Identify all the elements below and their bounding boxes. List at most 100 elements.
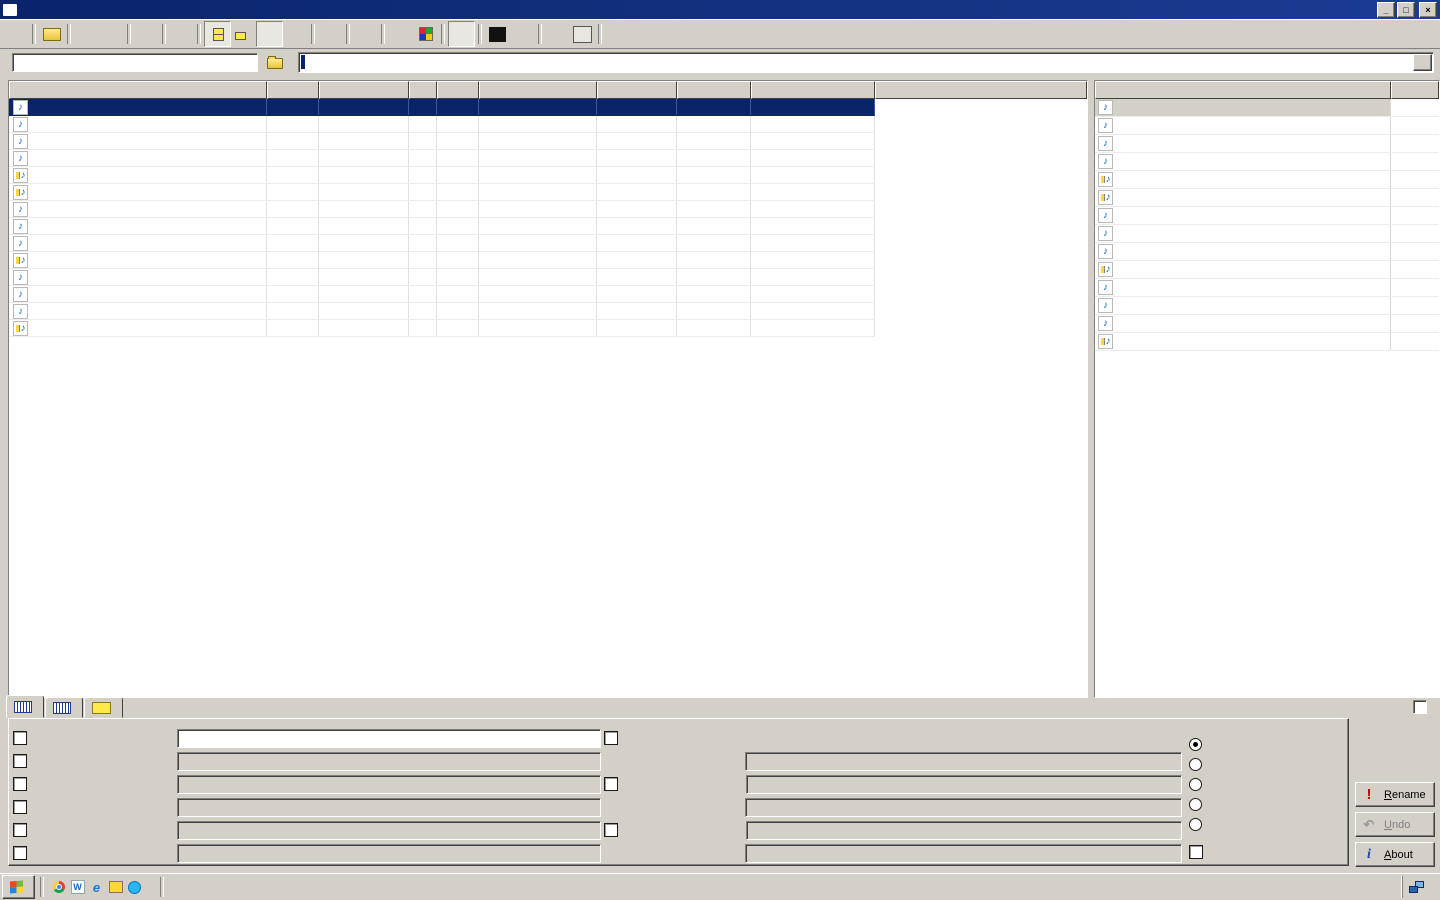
column-header-path[interactable] (479, 81, 597, 99)
insert-at-position-input[interactable] (177, 843, 601, 863)
start-button[interactable] (2, 875, 35, 899)
rename-exec-button[interactable] (510, 22, 535, 46)
table-row[interactable]: ♪ (9, 218, 1087, 235)
replace-with-the-text-input[interactable] (177, 728, 601, 748)
crop-at-position-checkbox[interactable] (13, 800, 27, 814)
column-header-type[interactable] (319, 81, 409, 99)
insert-after-the-filename-checkbox[interactable] (604, 823, 618, 837)
preview-item[interactable]: ♪ (1095, 99, 1439, 117)
close-button[interactable]: × (1419, 1, 1437, 18)
case-option-first-letter-up[interactable] (1189, 796, 1208, 812)
radio-no-case-changes[interactable] (1189, 737, 1202, 751)
case-option-no-case-changes[interactable] (1189, 736, 1208, 752)
log-file-button[interactable] (353, 22, 378, 46)
insert-before-the-filename-checkbox[interactable] (13, 823, 27, 837)
folders-view-button[interactable] (204, 21, 231, 47)
replace-the-text-input[interactable] (177, 751, 601, 771)
log-edit-button[interactable] (605, 22, 630, 46)
chrome-quicklaunch[interactable] (49, 878, 68, 897)
remove-accents-checkbox[interactable] (1189, 845, 1203, 859)
preview-item[interactable]: ♪ (1095, 225, 1439, 243)
preview-item[interactable]: ♪ (1095, 297, 1439, 315)
word-quicklaunch[interactable]: W (68, 878, 87, 897)
table-row[interactable]: ♪ (9, 320, 1087, 337)
table-row[interactable]: ♪ (9, 133, 1087, 150)
preview-item[interactable]: ♪ (1095, 315, 1439, 333)
table-row[interactable]: ♪ (9, 167, 1087, 184)
back-button[interactable] (74, 22, 99, 46)
select-files-button[interactable] (231, 22, 256, 46)
refresh-button[interactable] (134, 22, 159, 46)
column-header-size[interactable] (267, 81, 319, 99)
table-row[interactable]: ♪ (9, 252, 1087, 269)
left-crop-n-chars-input[interactable] (177, 774, 601, 794)
preview-item[interactable]: ♪ (1095, 261, 1439, 279)
replace-with-the-text-checkbox[interactable] (13, 731, 27, 745)
the-next-n-chars-input[interactable] (745, 797, 1182, 817)
network-tray-icon[interactable] (1409, 880, 1424, 894)
preview-item[interactable]: ♪ (1095, 189, 1439, 207)
tree-copy-button[interactable] (318, 22, 343, 46)
cmd-bat-button[interactable] (485, 22, 510, 46)
preview-item[interactable]: ♪ (1095, 117, 1439, 135)
radio-only-first-letter-up[interactable] (1189, 817, 1202, 831)
forward-button[interactable] (99, 22, 124, 46)
radio-lowercase[interactable] (1189, 777, 1202, 791)
column-header-created[interactable] (597, 81, 677, 99)
home-folder-button[interactable] (39, 22, 64, 46)
up-arrow-button[interactable] (4, 22, 29, 46)
about-button[interactable]: i About (1355, 842, 1435, 867)
preview-glasses-button[interactable] (448, 21, 475, 47)
table-row[interactable]: ♪ (9, 99, 1087, 116)
preview-item[interactable]: ♪ (1095, 207, 1439, 225)
rename-button[interactable]: ! Rename (1355, 782, 1435, 807)
column-header-modified[interactable] (677, 81, 751, 99)
radio-uppercase[interactable] (1189, 757, 1202, 771)
yellow-app-quicklaunch[interactable] (106, 878, 125, 897)
msn-quicklaunch[interactable] (125, 878, 144, 897)
insert-before-the-filename-input[interactable] (177, 820, 601, 840)
preview-item[interactable]: ♪ (1095, 333, 1439, 351)
table-row[interactable]: ♪ (9, 286, 1087, 303)
insert-at-position-checkbox[interactable] (13, 846, 27, 860)
restore-button[interactable]: □ (1397, 1, 1415, 18)
replace-the-text-checkbox[interactable] (13, 754, 27, 768)
minimize-button[interactable]: _ (1377, 1, 1395, 18)
table-row[interactable]: ♪ (9, 116, 1087, 133)
crop-at-position-input[interactable] (177, 797, 601, 817)
table-row[interactable]: ♪ (9, 269, 1087, 286)
table-row[interactable]: ♪ (9, 201, 1087, 218)
case-option-lowercase[interactable] (1189, 776, 1208, 792)
preview-item[interactable]: ♪ (1095, 279, 1439, 297)
tab-autonumber[interactable] (84, 697, 123, 718)
the-next-text-input[interactable] (745, 843, 1182, 863)
right-crop-n-chars-checkbox[interactable] (604, 777, 618, 791)
preview-item[interactable]: ♪ (1095, 171, 1439, 189)
undo-button[interactable]: ↶ Undo (1355, 812, 1435, 837)
match-case-in-searching-text-checkbox[interactable] (604, 731, 618, 745)
insert-after-the-filename-input[interactable] (746, 820, 1182, 840)
case-option-only-first-letter-up[interactable] (1189, 816, 1208, 832)
tab-name[interactable] (6, 695, 44, 718)
table-row[interactable]: ♪ (9, 235, 1087, 252)
undo-arrow-button[interactable] (545, 22, 570, 46)
split-view-button[interactable] (256, 21, 283, 47)
filemask-dropdown-button[interactable] (1413, 53, 1432, 71)
details-view-button[interactable] (283, 22, 308, 46)
ie-quicklaunch[interactable]: e (87, 878, 106, 897)
pointer-doc-button[interactable] (388, 22, 413, 46)
remove-accents-option[interactable] (1189, 844, 1209, 860)
table-row[interactable]: ♪ (9, 150, 1087, 167)
with-this-new-text-input[interactable] (745, 751, 1182, 771)
radio-first-letter-up[interactable] (1189, 797, 1202, 811)
table-row[interactable]: ♪ (9, 184, 1087, 201)
path-input[interactable] (12, 52, 258, 72)
left-crop-n-chars-checkbox[interactable] (13, 777, 27, 791)
preview-item[interactable]: ♪ (1095, 153, 1439, 171)
preview-item[interactable]: ♪ (1095, 243, 1439, 261)
case-option-uppercase[interactable] (1189, 756, 1208, 772)
right-crop-n-chars-input[interactable] (746, 774, 1182, 794)
filemask-combo[interactable] (298, 51, 1434, 73)
table-row[interactable]: ♪ (9, 303, 1087, 320)
column-header-file[interactable] (9, 81, 267, 99)
